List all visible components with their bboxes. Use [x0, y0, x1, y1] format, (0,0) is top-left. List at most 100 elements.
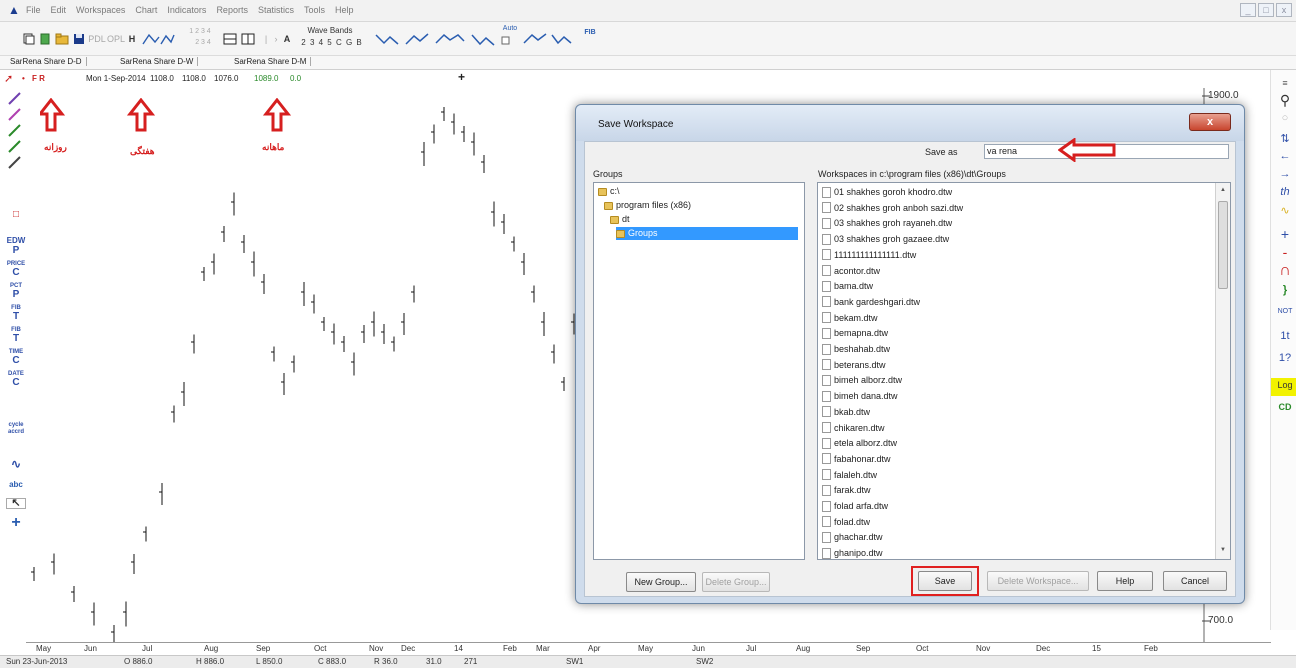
close-app-button[interactable]: x — [1276, 3, 1292, 17]
workspace-item[interactable]: bimeh dana.dtw — [822, 388, 898, 404]
workspace-item[interactable]: bekam.dtw — [822, 310, 878, 326]
workspace-item[interactable]: acontor.dtw — [822, 263, 880, 279]
group-tree-item[interactable]: dt — [610, 213, 798, 226]
workspace-item[interactable]: 02 shakhes groh anboh sazi.dtw — [822, 200, 963, 216]
workspace-item[interactable]: folad.dtw — [822, 514, 870, 530]
time-c-tool[interactable]: C — [6, 356, 26, 366]
new-group-button[interactable]: New Group... — [626, 572, 696, 592]
scroll-down-icon[interactable]: ▼ — [1220, 547, 1226, 553]
wave-bands-digits[interactable]: 2 3 4 5 C G B — [296, 36, 368, 48]
fib-t-tool[interactable]: T — [6, 312, 26, 322]
workspace-item[interactable]: beshahab.dtw — [822, 341, 890, 357]
workspace-item[interactable]: bank gardeshgari.dtw — [822, 294, 920, 310]
p-tool[interactable]: P — [6, 246, 26, 256]
tile-window-icon[interactable] — [240, 30, 256, 48]
delete-workspace-button[interactable]: Delete Workspace... — [987, 571, 1089, 591]
workspace-item[interactable]: 111111111111111.dtw — [822, 247, 916, 263]
workspace-item[interactable]: folad arfa.dtw — [822, 498, 888, 514]
not-tool-icon[interactable]: NOT — [1274, 308, 1296, 315]
bracket-tool-icon[interactable]: } — [1274, 284, 1296, 296]
save-button[interactable]: Save — [918, 571, 972, 591]
pdl-button[interactable]: PDL — [88, 30, 106, 48]
scrollbar-thumb[interactable] — [1218, 201, 1228, 289]
delete-group-button[interactable]: Delete Group... — [702, 572, 770, 592]
line-tools-icon[interactable] — [6, 90, 24, 174]
fib-label[interactable]: FIB — [582, 26, 598, 38]
workspace-item[interactable]: fabahonar.dtw — [822, 451, 891, 467]
workspace-item[interactable]: bama.dtw — [822, 278, 873, 294]
fib-time-t-tool[interactable]: T — [6, 334, 26, 344]
new-file-icon[interactable] — [38, 30, 52, 48]
maximize-button[interactable]: □ — [1258, 3, 1274, 17]
workspace-item[interactable]: ghanipo.dtw — [822, 545, 883, 559]
minus-icon[interactable]: - — [1274, 244, 1296, 260]
wave-tool-icon[interactable]: ∿ — [6, 458, 26, 470]
pointer-icon[interactable]: ↖ — [6, 498, 26, 509]
group-tree-item[interactable]: program files (x86) — [604, 199, 798, 212]
draw-tool-icon[interactable]: ➚ — [4, 72, 13, 85]
save-disk-icon[interactable] — [72, 30, 86, 48]
workspace-item[interactable]: 03 shakhes groh gazaee.dtw — [822, 231, 949, 247]
split-window-icon[interactable] — [222, 30, 238, 48]
workspace-item[interactable]: falaleh.dtw — [822, 467, 877, 483]
abc-tool[interactable]: abc — [6, 480, 26, 489]
a-button[interactable]: A — [282, 30, 292, 48]
groups-tree[interactable]: c:\ program files (x86) dt Groups — [593, 182, 805, 560]
menu-workspaces[interactable]: Workspaces — [76, 5, 125, 15]
open-folder-icon[interactable] — [54, 30, 70, 48]
workspace-item[interactable]: 03 shakhes groh rayaneh.dtw — [822, 215, 952, 231]
zoom-icon[interactable]: ⚲ — [1274, 92, 1296, 109]
scale-updown-icon[interactable]: ⇅ — [1274, 132, 1296, 145]
cycle-accord-tool[interactable]: cycle accrd — [6, 422, 26, 436]
menu-tools[interactable]: Tools — [304, 5, 325, 15]
tab-daily[interactable]: SarRena Share D-D — [6, 57, 87, 66]
log-button[interactable]: Log — [1274, 380, 1296, 390]
copy-icon[interactable] — [22, 30, 36, 48]
group-tree-item[interactable]: Groups — [616, 227, 798, 240]
workspace-item[interactable]: bkab.dtw — [822, 404, 870, 420]
menu-chart[interactable]: Chart — [135, 5, 157, 15]
scroll-left-icon[interactable]: ← — [1274, 150, 1296, 162]
menu-reports[interactable]: Reports — [216, 5, 248, 15]
menu-lines-icon[interactable]: ≡ — [1274, 78, 1296, 88]
scroll-right-icon[interactable]: → — [1274, 168, 1296, 180]
c-tool[interactable]: C — [6, 268, 26, 278]
th-tool-icon[interactable]: th — [1274, 186, 1296, 198]
workspace-item[interactable]: 01 shakhes goroh khodro.dtw — [822, 184, 952, 200]
magnet-icon[interactable]: ∩ — [1274, 262, 1296, 280]
zoom-in-plus-icon[interactable]: + — [1274, 226, 1296, 242]
menu-help[interactable]: Help — [335, 5, 354, 15]
scroll-up-icon[interactable]: ▲ — [1220, 187, 1226, 193]
group-tree-item[interactable]: c:\ — [598, 185, 798, 198]
pattern-tools-icon[interactable] — [140, 30, 176, 48]
cd-button[interactable]: CD — [1274, 402, 1296, 412]
menu-statistics[interactable]: Statistics — [258, 5, 294, 15]
curve-tool-icon[interactable]: ∿ — [1274, 204, 1296, 217]
workspace-item[interactable]: farak.dtw — [822, 482, 871, 498]
edw-tool[interactable]: EDW — [6, 236, 26, 245]
zoom-out-icon[interactable]: ○ — [1274, 112, 1296, 124]
workspace-item[interactable]: bemapna.dtw — [822, 325, 888, 341]
menu-file[interactable]: File — [26, 5, 41, 15]
crosshair-tool-icon[interactable]: + — [6, 515, 26, 531]
dialog-close-button[interactable]: x — [1189, 113, 1231, 131]
menu-edit[interactable]: Edit — [51, 5, 67, 15]
workspace-item[interactable]: ghachar.dtw — [822, 529, 883, 545]
opl-button[interactable]: OPL — [107, 30, 125, 48]
rectangle-icon[interactable]: □ — [6, 210, 26, 220]
help-button[interactable]: Help — [1097, 571, 1153, 591]
workspace-item[interactable]: chikaren.dtw — [822, 420, 885, 436]
minimize-button[interactable]: _ — [1240, 3, 1256, 17]
pct-p-tool[interactable]: P — [6, 290, 26, 300]
date-c-tool[interactable]: C — [6, 378, 26, 388]
workspaces-list[interactable]: 01 shakhes goroh khodro.dtw 02 shakhes gr… — [817, 182, 1231, 560]
cancel-button[interactable]: Cancel — [1163, 571, 1227, 591]
cursor-icon[interactable]: › — [272, 30, 280, 48]
workspaces-scrollbar[interactable]: ▲ ▼ — [1215, 183, 1230, 559]
h-button[interactable]: H — [127, 30, 137, 48]
workspace-item[interactable]: beterans.dtw — [822, 357, 886, 373]
bar-tool-icon[interactable]: 1t — [1274, 330, 1296, 342]
workspace-item[interactable]: etela alborz.dtw — [822, 435, 897, 451]
tab-monthly[interactable]: SarRena Share D-M — [230, 57, 312, 66]
tab-weekly[interactable]: SarRena Share D-W — [116, 57, 199, 66]
